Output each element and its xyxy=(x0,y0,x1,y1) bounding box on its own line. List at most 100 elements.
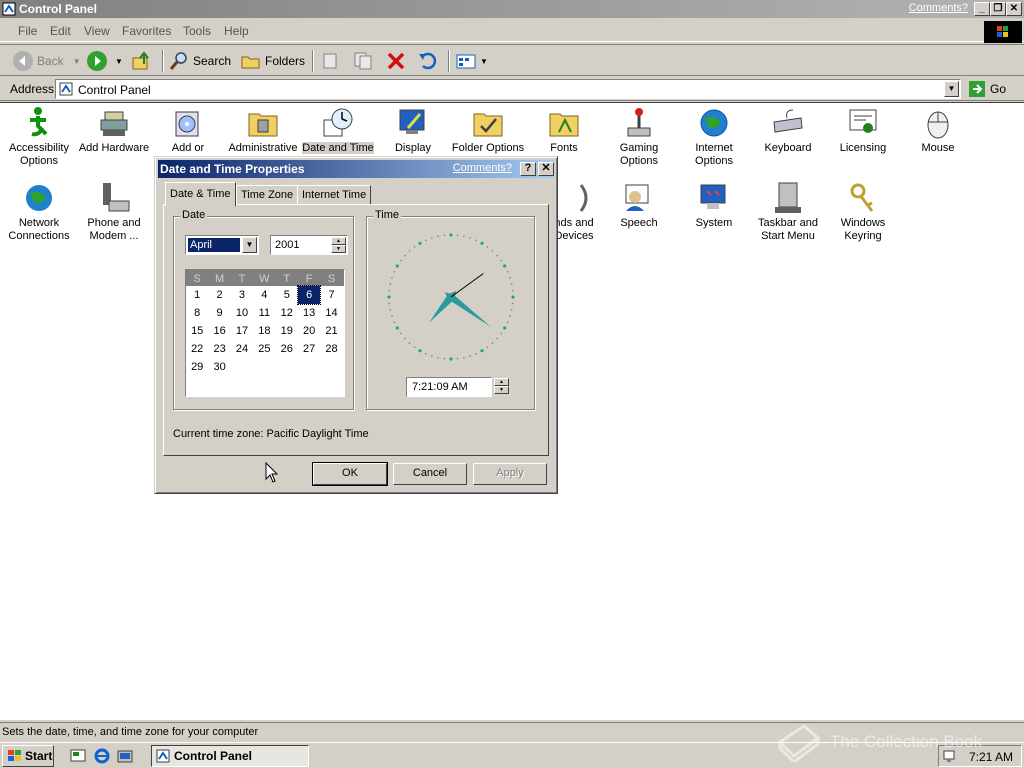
back-dropdown-icon[interactable]: ▼ xyxy=(73,57,81,66)
calendar-day[interactable]: 29 xyxy=(186,358,208,376)
menu-help[interactable]: Help xyxy=(224,24,249,38)
tab-internet-time[interactable]: Internet Time xyxy=(297,185,372,205)
forward-button[interactable]: ▼ xyxy=(86,49,123,73)
cp-item-date-and-time[interactable]: Date and Time xyxy=(300,106,376,155)
cp-item-display[interactable]: Display xyxy=(375,106,451,155)
calendar-day[interactable]: 21 xyxy=(320,322,342,340)
cp-item-speech[interactable]: Speech xyxy=(601,181,677,230)
time-spin-buttons[interactable]: ▲ ▼ xyxy=(494,378,509,396)
cancel-button[interactable]: Cancel xyxy=(393,463,467,485)
comments-link[interactable]: Comments? xyxy=(909,2,968,14)
calendar-day[interactable]: 5 xyxy=(276,286,298,304)
calendar-day[interactable]: 4 xyxy=(253,286,275,304)
calendar-day[interactable]: 26 xyxy=(276,340,298,358)
dialog-comments-link[interactable]: Comments? xyxy=(453,162,512,174)
menu-edit[interactable]: Edit xyxy=(50,24,71,38)
calendar-day[interactable]: 14 xyxy=(320,304,342,322)
tab-date-time[interactable]: Date & Time xyxy=(165,182,236,206)
calendar-day[interactable]: 18 xyxy=(253,322,275,340)
spin-down-icon[interactable]: ▼ xyxy=(331,245,346,253)
taskbar-button-control-panel[interactable]: Control Panel xyxy=(151,745,309,767)
menu-view[interactable]: View xyxy=(84,24,110,38)
menu-tools[interactable]: Tools xyxy=(183,24,211,38)
spin-down-icon[interactable]: ▼ xyxy=(494,386,509,394)
move-to-button[interactable] xyxy=(320,49,342,73)
cp-item-accessibility[interactable]: Accessibility Options xyxy=(1,106,77,168)
internet-explorer-icon[interactable] xyxy=(94,748,110,764)
calendar-day[interactable]: 6 xyxy=(296,285,322,305)
address-input[interactable]: Control Panel ▼ xyxy=(55,79,961,99)
folders-button[interactable]: Folders xyxy=(240,49,305,73)
calendar-day[interactable]: 12 xyxy=(276,304,298,322)
calendar-day[interactable]: 1 xyxy=(186,286,208,304)
cp-item-network-connections[interactable]: Network Connections xyxy=(1,181,77,243)
cp-item-taskbar-start-menu[interactable]: Taskbar and Start Menu xyxy=(750,181,826,243)
year-spinner[interactable]: 2001 ▲ ▼ xyxy=(270,235,348,255)
copy-to-button[interactable] xyxy=(352,49,374,73)
explorer-icon[interactable] xyxy=(117,748,133,764)
views-dropdown-icon[interactable]: ▼ xyxy=(480,57,488,66)
spin-up-icon[interactable]: ▲ xyxy=(331,237,346,245)
address-dropdown-icon[interactable]: ▼ xyxy=(944,81,959,97)
apply-button[interactable]: Apply xyxy=(473,463,547,485)
cp-item-add-hardware[interactable]: Add Hardware xyxy=(76,106,152,155)
calendar-day[interactable]: 17 xyxy=(231,322,253,340)
delete-button[interactable] xyxy=(385,49,407,73)
cp-item-folder-options[interactable]: Folder Options xyxy=(450,106,526,155)
cp-item-fonts[interactable]: Fonts xyxy=(526,106,602,155)
spin-up-icon[interactable]: ▲ xyxy=(494,378,509,386)
calendar-day[interactable]: 27 xyxy=(298,340,320,358)
maximize-button[interactable]: ❐ xyxy=(990,2,1006,16)
close-button[interactable]: ✕ xyxy=(1006,2,1022,16)
undo-button[interactable] xyxy=(417,49,439,73)
calendar-day[interactable]: 28 xyxy=(320,340,342,358)
calendar-day[interactable]: 16 xyxy=(208,322,230,340)
cp-item-administrative-tools[interactable]: Administrative xyxy=(225,106,301,155)
calendar-day[interactable]: 2 xyxy=(208,286,230,304)
cp-item-internet-options[interactable]: Internet Options xyxy=(676,106,752,168)
month-calendar[interactable]: S M T W T F S 1 2 3 4 5 6 7 8 9 10 11 12 13 14 15 16 17 1… xyxy=(185,269,345,397)
month-dropdown[interactable]: April ▼ xyxy=(185,235,259,255)
calendar-day[interactable]: 30 xyxy=(208,358,230,376)
year-spin-buttons[interactable]: ▲ ▼ xyxy=(331,237,346,253)
time-spinner[interactable]: 7:21:09 AM xyxy=(406,377,492,397)
calendar-day[interactable]: 11 xyxy=(253,304,275,322)
cp-item-system[interactable]: System xyxy=(676,181,752,230)
cp-item-mouse[interactable]: Mouse xyxy=(900,106,976,155)
calendar-day[interactable]: 3 xyxy=(231,286,253,304)
go-button[interactable]: Go xyxy=(968,80,1006,98)
cp-item-phone-modem[interactable]: Phone and Modem ... xyxy=(76,181,152,243)
calendar-day[interactable]: 25 xyxy=(253,340,275,358)
views-button[interactable]: ▼ xyxy=(455,49,488,73)
month-dropdown-arrow-icon[interactable]: ▼ xyxy=(242,237,257,253)
cp-item-licensing[interactable]: Licensing xyxy=(825,106,901,155)
calendar-day[interactable]: 10 xyxy=(231,304,253,322)
forward-dropdown-icon[interactable]: ▼ xyxy=(115,57,123,66)
back-button[interactable]: Back ▼ xyxy=(12,49,81,73)
calendar-day[interactable]: 24 xyxy=(231,340,253,358)
calendar-day[interactable]: 23 xyxy=(208,340,230,358)
cp-item-gaming-options[interactable]: Gaming Options xyxy=(601,106,677,168)
tab-time-zone[interactable]: Time Zone xyxy=(236,185,299,205)
calendar-day[interactable]: 7 xyxy=(320,286,342,304)
up-folder-button[interactable] xyxy=(130,49,152,73)
calendar-day[interactable]: 19 xyxy=(276,322,298,340)
menu-favorites[interactable]: Favorites xyxy=(122,24,171,38)
ok-button[interactable]: OK xyxy=(312,462,388,486)
cp-item-keyboard[interactable]: Keyboard xyxy=(750,106,826,155)
cp-item-add-remove-programs[interactable]: Add or xyxy=(150,106,226,155)
search-button[interactable]: Search xyxy=(168,49,231,73)
help-button[interactable]: ? xyxy=(520,162,536,176)
calendar-day[interactable]: 9 xyxy=(208,304,230,322)
calendar-day[interactable]: 22 xyxy=(186,340,208,358)
menu-file[interactable]: File xyxy=(18,24,37,38)
minimize-button[interactable]: _ xyxy=(974,2,990,16)
show-desktop-icon[interactable] xyxy=(70,748,86,764)
calendar-day[interactable]: 20 xyxy=(298,322,320,340)
calendar-day[interactable]: 15 xyxy=(186,322,208,340)
cp-item-windows-keyring[interactable]: Windows Keyring xyxy=(825,181,901,243)
calendar-day[interactable]: 13 xyxy=(298,304,320,322)
dialog-close-button[interactable]: ✕ xyxy=(538,162,554,176)
start-button[interactable]: Start xyxy=(2,745,54,767)
calendar-day[interactable]: 8 xyxy=(186,304,208,322)
